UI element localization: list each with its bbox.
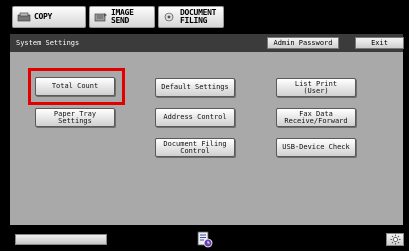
default-settings-button[interactable]: Default Settings: [155, 78, 235, 97]
admin-password-button[interactable]: Admin Password: [267, 37, 339, 49]
copy-tab-label: COPY: [34, 12, 53, 21]
paper-tray-settings-button[interactable]: Paper Tray Settings: [35, 108, 115, 127]
brightness-button[interactable]: [386, 233, 404, 246]
brightness-icon: [389, 234, 401, 245]
document-filing-mode-tab[interactable]: DOCUMENT FILING: [158, 6, 224, 28]
image-send-tab-label: IMAGE SEND: [111, 8, 134, 25]
mode-tab-bar: COPY IMAGE SEND DOCUMENT FILING: [0, 0, 409, 34]
status-field: [15, 234, 107, 245]
document-filing-tab-label: DOCUMENT FILING: [180, 8, 217, 25]
image-send-icon: [94, 13, 107, 22]
fax-data-receive-forward-button[interactable]: Fax Data Receive/Forward: [276, 108, 356, 127]
page-title: System Settings: [16, 39, 80, 47]
document-filing-control-button[interactable]: Document Filing Control: [155, 138, 235, 157]
address-control-button[interactable]: Address Control: [155, 108, 235, 127]
system-settings-title-bar: System Settings Admin Password Exit: [10, 34, 404, 52]
total-count-button[interactable]: Total Count: [35, 77, 115, 96]
list-print-user-button[interactable]: List Print (User): [276, 78, 356, 97]
copy-icon: [17, 12, 31, 22]
exit-button[interactable]: Exit: [355, 37, 404, 49]
image-send-mode-tab[interactable]: IMAGE SEND: [89, 6, 155, 28]
copy-mode-tab[interactable]: COPY: [12, 6, 86, 28]
document-filing-icon: [164, 12, 174, 22]
usb-device-check-button[interactable]: USB-Device Check: [276, 138, 356, 157]
job-status-icon[interactable]: [195, 230, 213, 248]
bottom-status-bar: [0, 225, 409, 251]
